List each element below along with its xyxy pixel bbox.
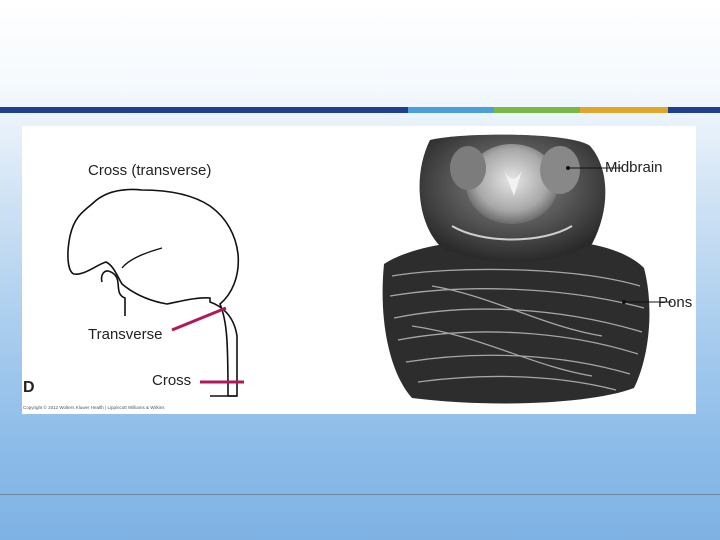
- transverse-cut-line: [171, 306, 227, 332]
- copyright-text: Copyright © 2012 Wolters Kluwer Health |…: [23, 405, 165, 410]
- pons-label: Pons: [658, 294, 693, 311]
- right-colliculus: [540, 146, 580, 194]
- footer-divider: [0, 494, 720, 495]
- left-colliculus: [450, 146, 486, 190]
- header-band-navy-left: [0, 107, 408, 113]
- header-band-blue: [408, 107, 494, 113]
- header-band-gold: [580, 107, 668, 113]
- header-band-green: [494, 107, 580, 113]
- cerebrum-outline: [100, 270, 126, 316]
- brain-silhouette: [67, 188, 240, 397]
- midbrain-label: Midbrain: [605, 159, 663, 176]
- figure-panel: Cross (transverse) Transverse Cross D Co…: [22, 126, 696, 414]
- diagram-heading: Cross (transverse): [88, 162, 212, 179]
- cross-label: Cross: [152, 372, 192, 389]
- header-band-navy-right: [668, 107, 720, 113]
- panel-letter: D: [23, 379, 35, 396]
- transverse-label: Transverse: [88, 326, 163, 343]
- pons-region: [382, 239, 650, 404]
- lateral-sulcus-line: [121, 247, 163, 269]
